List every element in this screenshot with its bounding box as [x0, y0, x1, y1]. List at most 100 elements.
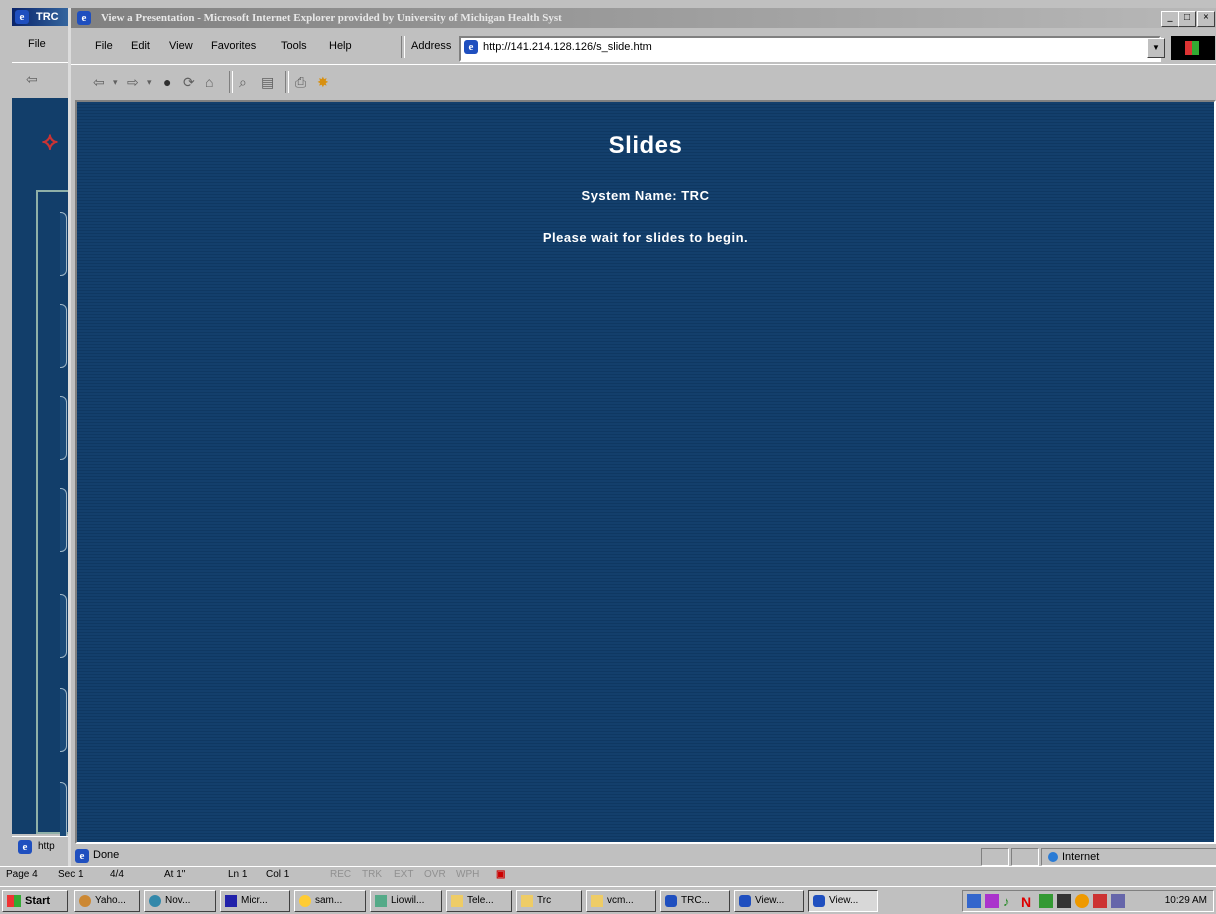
task-tele[interactable]: Tele... [446, 890, 512, 912]
slide-tab[interactable] [60, 396, 67, 460]
task-novell[interactable]: Nov... [144, 890, 216, 912]
task-yahoo[interactable]: Yaho... [74, 890, 140, 912]
task-label: View... [755, 895, 785, 906]
background-window-frame [36, 190, 70, 846]
tray-app-icon[interactable] [1093, 894, 1107, 908]
back-icon[interactable]: ⇦ [93, 74, 105, 91]
task-label: vcm... [607, 895, 634, 906]
network-icon [375, 895, 387, 907]
page-content: Slides System Name: TRC Please wait for … [75, 100, 1216, 844]
windows-logo-icon [7, 895, 21, 907]
tray-app-icon[interactable] [967, 894, 981, 908]
messenger-icon[interactable]: ✸ [317, 74, 329, 91]
menu-tools[interactable]: Tools [281, 40, 307, 52]
menu-view[interactable]: View [169, 40, 193, 52]
slide-tab[interactable] [60, 688, 67, 752]
page-title: Slides [608, 132, 683, 159]
word-mode-wph[interactable]: WPH [456, 869, 479, 880]
folder-icon [451, 895, 463, 907]
ie-icon: e [77, 11, 91, 25]
task-ie-view-2[interactable]: View... [808, 890, 878, 912]
tray-speaker-icon[interactable]: ♪ [1003, 894, 1017, 909]
close-button[interactable]: × [1197, 11, 1215, 27]
maximize-button[interactable]: □ [1178, 11, 1196, 27]
status-page-icon: e [75, 849, 89, 863]
toolbar: ⇦ ▾ ⇨ ▾ ● ⟳ ⌂ ⌕ ▤ ⎙ ✸ [71, 64, 1216, 98]
forward-icon[interactable]: ⇨ [127, 74, 139, 91]
windows-throbber-icon [1171, 36, 1215, 60]
tray-app-icon[interactable] [1111, 894, 1125, 908]
tray-network-icon[interactable] [1039, 894, 1053, 908]
start-button[interactable]: Start [2, 890, 68, 912]
task-word[interactable]: Micr... [220, 890, 290, 912]
task-trc-folder[interactable]: Trc [516, 890, 582, 912]
system-tray: ♪ N 10:29 AM [962, 890, 1214, 912]
refresh-icon[interactable]: ⟳ [183, 74, 195, 91]
clock[interactable]: 10:29 AM [1165, 894, 1207, 908]
word-mode-ext[interactable]: EXT [394, 869, 413, 880]
status-pane [1011, 848, 1039, 866]
word-page-count: 4/4 [110, 869, 124, 880]
security-zone: Internet [1041, 848, 1216, 866]
spelling-check-icon[interactable]: ▣ [496, 869, 505, 880]
minimize-button[interactable]: _ [1161, 11, 1179, 27]
windows-logo-icon [1185, 41, 1199, 55]
task-label: TRC... [681, 895, 710, 906]
slide-tab[interactable] [60, 488, 67, 552]
menu-file[interactable]: File [95, 40, 113, 52]
tray-messenger-icon[interactable] [1075, 894, 1089, 908]
wait-message: Please wait for slides to begin. [542, 230, 749, 245]
word-column: Col 1 [266, 869, 290, 880]
back-dropdown-icon[interactable]: ▾ [113, 77, 118, 88]
back-icon[interactable]: ⇦ [26, 71, 38, 88]
address-label: Address [411, 40, 452, 52]
task-sam[interactable]: sam... [294, 890, 366, 912]
novell-icon [149, 895, 161, 907]
status-text: Done [93, 849, 120, 861]
menu-edit[interactable]: Edit [131, 40, 150, 52]
slide-tab[interactable] [60, 304, 67, 368]
slide-tab[interactable] [60, 594, 67, 658]
tray-camera-icon[interactable] [1057, 894, 1071, 908]
forward-dropdown-icon[interactable]: ▾ [147, 77, 152, 88]
ie-icon [739, 895, 751, 907]
tray-shield-icon[interactable] [985, 894, 999, 908]
home-icon[interactable]: ⌂ [205, 74, 213, 90]
page-icon: e [464, 40, 478, 54]
print-icon[interactable]: ⎙ [295, 74, 306, 91]
favorites-icon[interactable]: ▤ [261, 74, 274, 91]
task-liowil[interactable]: Liowil... [370, 890, 442, 912]
menu-help[interactable]: Help [329, 40, 352, 52]
folder-icon [591, 895, 603, 907]
background-menu-file[interactable]: File [28, 38, 46, 50]
taskbar: Start Yaho... Nov... Micr... sam... Liow… [0, 886, 1216, 914]
address-dropdown-button[interactable]: ▼ [1147, 38, 1165, 58]
word-status-bar: Page 4 Sec 1 4/4 At 1" Ln 1 Col 1 REC TR… [0, 866, 1216, 884]
task-label: Tele... [467, 895, 494, 906]
address-input[interactable]: e http://141.214.128.126/s_slide.htm [459, 36, 1161, 62]
tray-norton-icon[interactable]: N [1021, 894, 1035, 910]
title-bar[interactable]: e View a Presentation - Microsoft Intern… [71, 8, 1216, 28]
zone-label: Internet [1062, 851, 1100, 863]
word-section: Sec 1 [58, 869, 84, 880]
task-ie-trc[interactable]: TRC... [660, 890, 730, 912]
task-label: View... [829, 895, 859, 906]
word-mode-rec[interactable]: REC [330, 869, 351, 880]
background-window-titlebar[interactable]: e TRC [12, 8, 76, 26]
task-ie-view-1[interactable]: View... [734, 890, 804, 912]
word-icon [225, 895, 237, 907]
search-icon[interactable]: ⌕ [239, 74, 247, 91]
slide-tab[interactable] [60, 212, 67, 276]
word-line: Ln 1 [228, 869, 248, 880]
task-label: Micr... [241, 895, 268, 906]
menu-favorites[interactable]: Favorites [211, 40, 256, 52]
menu-bar: File Edit View Favorites Tools Help Addr… [71, 30, 1216, 62]
word-position: At 1" [164, 869, 186, 880]
task-label: Nov... [165, 895, 191, 906]
word-mode-ovr[interactable]: OVR [424, 869, 446, 880]
background-status-text: http [38, 841, 55, 852]
stop-icon[interactable]: ● [163, 74, 171, 90]
word-mode-trk[interactable]: TRK [362, 869, 382, 880]
task-vcm[interactable]: vcm... [586, 890, 656, 912]
task-label: sam... [315, 895, 343, 906]
